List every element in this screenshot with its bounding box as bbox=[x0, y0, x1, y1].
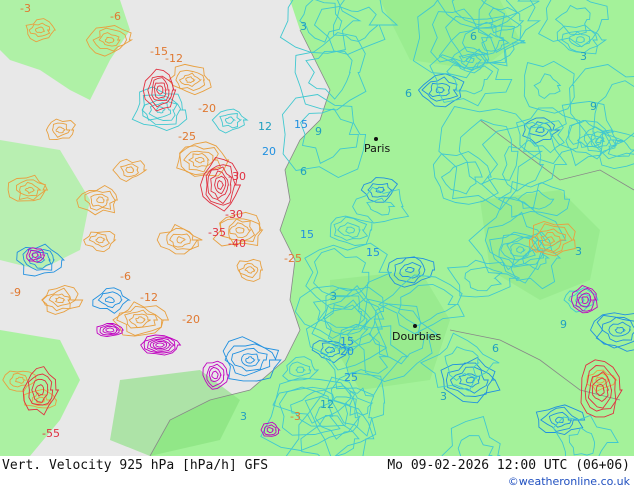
contour-value-label: 3 bbox=[575, 245, 582, 258]
paris-marker bbox=[374, 137, 378, 141]
contour-value-label: 15 bbox=[366, 246, 380, 259]
contour-value-label: 6 bbox=[492, 342, 499, 355]
contour-value-label: 9 bbox=[560, 318, 567, 331]
contour-value-label: -30 bbox=[225, 208, 243, 221]
contour-value-label: 6 bbox=[470, 30, 477, 43]
contour-value-label: -35 bbox=[208, 226, 226, 239]
contour-value-label: -3 bbox=[290, 410, 301, 423]
contour-value-label: -25 bbox=[178, 130, 196, 143]
map-title: Vert. Velocity 925 hPa [hPa/h] GFS bbox=[2, 458, 269, 473]
contour-value-label: -40 bbox=[228, 237, 246, 250]
weather-map: 3 3 6 6 9 12 15 15 15 20 20 25 3 6 3 9 3 3 6 9 12 15 -3 -6 -12 -1… bbox=[0, 0, 634, 456]
footer-bar: Vert. Velocity 925 hPa [hPa/h] GFS Mo 09… bbox=[0, 456, 634, 490]
contour-value-label: 6 bbox=[300, 165, 307, 178]
map-canvas: 3366912 151515202025363933691215-3-6-12-1… bbox=[0, 0, 634, 456]
contour-value-label: -6 bbox=[110, 10, 121, 23]
contour-value-label: -25 bbox=[284, 252, 302, 265]
contour-value-label: 3 bbox=[300, 20, 307, 33]
contour-value-label: -55 bbox=[42, 427, 60, 440]
contour-value-label: 3 bbox=[440, 390, 447, 403]
contour-value-label: 25 bbox=[344, 371, 358, 384]
contour-value-label: -20 bbox=[198, 102, 216, 115]
contour-value-label: 12 bbox=[258, 120, 272, 133]
contour-value-label: -3 bbox=[20, 2, 31, 15]
map-datetime: Mo 09-02-2026 12:00 UTC (06+06) bbox=[387, 458, 630, 473]
contour-value-label: -12 bbox=[140, 291, 158, 304]
contour-value-label: 3 bbox=[580, 50, 587, 63]
contour-value-label: 3 bbox=[240, 410, 247, 423]
dourbies-marker bbox=[413, 324, 417, 328]
contour-value-label: -30 bbox=[228, 170, 246, 183]
contour-value-label: 3 bbox=[330, 290, 337, 303]
contour-value-label: 15 bbox=[294, 118, 308, 131]
contour-value-label: -6 bbox=[120, 270, 131, 283]
paris-label: Paris bbox=[364, 142, 390, 155]
contour-value-label: 20 bbox=[262, 145, 276, 158]
credit-link[interactable]: ©weatheronline.co.uk bbox=[508, 475, 630, 488]
dourbies-label: Dourbies bbox=[392, 330, 442, 343]
contour-value-label: -20 bbox=[182, 313, 200, 326]
contour-value-label: -15 bbox=[150, 45, 168, 58]
contour-value-label: 12 bbox=[320, 398, 334, 411]
contour-value-label: 15 bbox=[300, 228, 314, 241]
contour-value-label: 20 bbox=[340, 345, 354, 358]
contour-value-label: 9 bbox=[590, 100, 597, 113]
contour-value-label: -9 bbox=[10, 286, 21, 299]
contour-value-label: 9 bbox=[315, 125, 322, 138]
contour-value-label: 6 bbox=[405, 87, 412, 100]
